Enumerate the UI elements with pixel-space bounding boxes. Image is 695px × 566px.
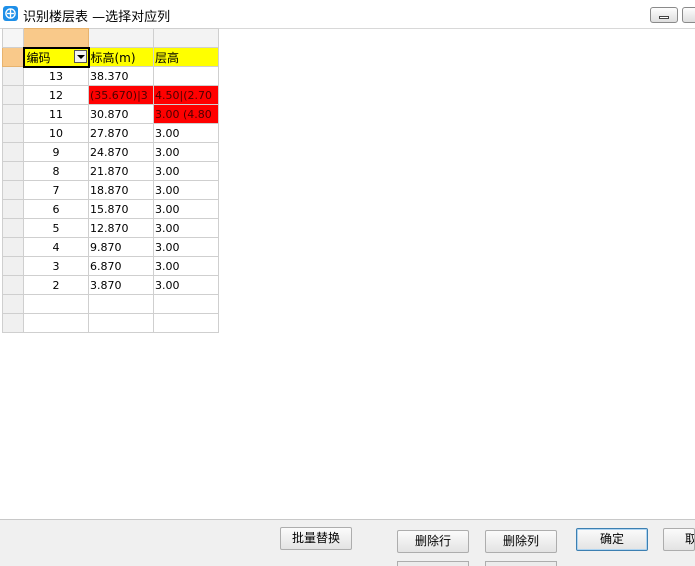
app-logo-icon <box>3 6 18 21</box>
table-row[interactable]: 12 (35.670)|3 4.50|(2.70 <box>2 85 219 105</box>
row-indicator <box>2 142 24 162</box>
table-row[interactable]: 10 27.870 3.00 <box>2 123 219 143</box>
confirm-button[interactable]: 确定 <box>576 528 648 551</box>
empty-cell[interactable] <box>88 313 154 333</box>
table-row[interactable]: 3 6.870 3.00 <box>2 256 219 276</box>
row-indicator <box>2 199 24 219</box>
empty-cell[interactable] <box>153 313 219 333</box>
table-row[interactable]: 9 24.870 3.00 <box>2 142 219 162</box>
cell-elevation[interactable]: 27.870 <box>88 123 154 143</box>
cancel-button[interactable]: 取 <box>663 528 695 551</box>
header-row: 编码 标高(m) 层高 <box>2 46 219 68</box>
cell-code[interactable]: 3 <box>23 256 89 276</box>
bottom-toolbar: 批量替换 删除行 删除列 确定 取 <box>0 519 695 566</box>
table-row[interactable]: 13 38.370 <box>2 66 219 86</box>
empty-cell[interactable] <box>88 294 154 314</box>
cell-floor-height[interactable]: 3.00 <box>153 256 219 276</box>
chevron-down-icon[interactable] <box>73 49 87 63</box>
secondary-button-stub <box>485 561 557 566</box>
cell-floor-height[interactable]: 3.00 <box>153 237 219 257</box>
cell-floor-height[interactable]: 3.00 <box>153 123 219 143</box>
table-row[interactable]: 11 30.870 3.00 (4.80 <box>2 104 219 124</box>
cell-code[interactable]: 9 <box>23 142 89 162</box>
row-indicator <box>2 237 24 257</box>
cell-floor-height[interactable]: 3.00 <box>153 199 219 219</box>
cell-elevation[interactable]: 15.870 <box>88 199 154 219</box>
cell-code[interactable]: 13 <box>23 66 89 86</box>
window-title: 识别楼层表 —选择对应列 <box>23 10 171 25</box>
cell-floor-height[interactable]: 3.00 <box>153 142 219 162</box>
cell-code[interactable]: 5 <box>23 218 89 238</box>
table-row[interactable]: 8 21.870 3.00 <box>2 161 219 181</box>
table-row[interactable]: 6 15.870 3.00 <box>2 199 219 219</box>
table-row[interactable]: 4 9.870 3.00 <box>2 237 219 257</box>
header-elevation[interactable]: 标高(m) <box>88 47 154 67</box>
cell-code[interactable]: 2 <box>23 275 89 295</box>
row-indicator <box>2 218 24 238</box>
cell-floor-height[interactable]: 4.50|(2.70 <box>153 85 219 105</box>
cell-elevation[interactable]: (35.670)|3 <box>88 85 154 105</box>
cell-elevation[interactable]: 18.870 <box>88 180 154 200</box>
header-floor-height[interactable]: 层高 <box>153 47 219 67</box>
minimize-icon <box>659 16 669 19</box>
cell-code[interactable]: 10 <box>23 123 89 143</box>
cell-code[interactable]: 12 <box>23 85 89 105</box>
table-row[interactable]: 2 3.870 3.00 <box>2 275 219 295</box>
row-indicator <box>2 104 24 124</box>
cell-elevation[interactable]: 9.870 <box>88 237 154 257</box>
cell-elevation[interactable]: 30.870 <box>88 104 154 124</box>
secondary-button-stub <box>397 561 469 566</box>
column-selector-2[interactable] <box>88 28 154 48</box>
row-indicator <box>2 161 24 181</box>
title-bar: 识别楼层表 —选择对应列 <box>0 0 695 29</box>
cell-code[interactable]: 11 <box>23 104 89 124</box>
empty-row[interactable] <box>2 313 219 333</box>
cell-elevation[interactable]: 38.370 <box>88 66 154 86</box>
batch-replace-button[interactable]: 批量替换 <box>280 527 352 550</box>
minimize-button[interactable] <box>650 7 678 23</box>
cell-floor-height[interactable]: 3.00 <box>153 180 219 200</box>
row-indicator <box>2 180 24 200</box>
row-indicator <box>2 256 24 276</box>
empty-row[interactable] <box>2 294 219 314</box>
cell-floor-height[interactable]: 3.00 <box>153 275 219 295</box>
row-indicator <box>2 66 24 86</box>
row-indicator <box>2 313 24 333</box>
cell-code[interactable]: 6 <box>23 199 89 219</box>
row-indicator <box>2 294 24 314</box>
header-row-indicator <box>2 47 24 67</box>
table-row[interactable]: 7 18.870 3.00 <box>2 180 219 200</box>
cell-elevation[interactable]: 12.870 <box>88 218 154 238</box>
floor-table: 编码 标高(m) 层高 13 38.370 12 (35.670)|3 4.50|(2.… <box>2 28 219 333</box>
cell-elevation[interactable]: 6.870 <box>88 256 154 276</box>
cell-code[interactable]: 4 <box>23 237 89 257</box>
cell-floor-height[interactable] <box>153 66 219 86</box>
column-selector-1[interactable] <box>23 28 89 48</box>
row-indicator <box>2 275 24 295</box>
cell-elevation[interactable]: 3.870 <box>88 275 154 295</box>
floor-table-grid[interactable]: 编码 标高(m) 层高 13 38.370 12 (35.670)|3 4.50|(2.… <box>2 28 219 333</box>
empty-cell[interactable] <box>23 294 89 314</box>
column-type-select-code[interactable]: 编码 <box>22 46 90 68</box>
cell-code[interactable]: 7 <box>23 180 89 200</box>
row-indicator <box>2 123 24 143</box>
header-code-label: 编码 <box>26 50 51 65</box>
delete-column-button[interactable]: 删除列 <box>485 530 557 553</box>
empty-cell[interactable] <box>23 313 89 333</box>
cell-elevation[interactable]: 24.870 <box>88 142 154 162</box>
column-selector-row <box>2 28 219 48</box>
delete-row-button[interactable]: 删除行 <box>397 530 469 553</box>
row-indicator <box>2 85 24 105</box>
empty-cell[interactable] <box>153 294 219 314</box>
cell-code[interactable]: 8 <box>23 161 89 181</box>
table-row[interactable]: 5 12.870 3.00 <box>2 218 219 238</box>
cell-floor-height[interactable]: 3.00 <box>153 161 219 181</box>
cell-floor-height[interactable]: 3.00 <box>153 218 219 238</box>
cell-floor-height[interactable]: 3.00 (4.80 <box>153 104 219 124</box>
column-selector-3[interactable] <box>153 28 219 48</box>
maximize-button[interactable] <box>682 7 695 23</box>
corner-cell <box>2 28 24 48</box>
cell-elevation[interactable]: 21.870 <box>88 161 154 181</box>
